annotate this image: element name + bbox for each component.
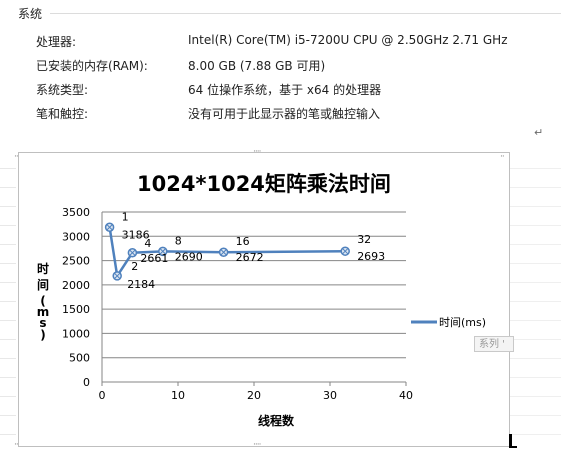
data-label-x: 4 — [144, 237, 151, 250]
ram-label: 已安装的内存(RAM): — [36, 59, 148, 73]
x-tick-label: 30 — [323, 389, 337, 402]
y-tick-label: 1000 — [62, 327, 90, 340]
data-label-x: 16 — [236, 235, 250, 248]
chart-title: 1024*1024矩阵乘法时间 — [137, 172, 391, 196]
spreadsheet-gridlines-right — [509, 150, 561, 450]
data-label-x: 1 — [122, 210, 129, 223]
series-tooltip: 系列 ' — [474, 336, 514, 352]
data-label-y: 2184 — [127, 278, 155, 291]
x-tick-label: 0 — [99, 389, 106, 402]
bottom-left-resize-handle-icon[interactable]: ·· — [14, 440, 19, 450]
y-tick-label: 3500 — [62, 206, 90, 219]
system-type-value: 64 位操作系统，基于 x64 的处理器 — [188, 83, 382, 97]
y-tick-label: 3000 — [62, 230, 90, 243]
pen-touch-label: 笔和触控: — [36, 107, 89, 121]
data-label-x: 8 — [175, 234, 182, 247]
bottom-resize-handle-icon[interactable]: ···· — [253, 440, 262, 450]
pen-touch-value: 没有可用于此显示器的笔或触控输入 — [188, 107, 381, 121]
data-label-y: 2690 — [175, 250, 203, 263]
processor-label: 处理器: — [36, 35, 77, 49]
y-tick-label: 1500 — [62, 303, 90, 316]
y-tick-label: 2500 — [62, 255, 90, 268]
x-axis-title: 线程数 — [258, 413, 295, 428]
data-label-x: 32 — [357, 233, 371, 246]
y-axis-title: 时间(ms) — [37, 261, 50, 342]
header-divider — [50, 13, 561, 14]
y-tick-label: 0 — [83, 376, 90, 389]
top-right-resize-handle-icon[interactable]: ·· — [500, 152, 505, 162]
data-label-y: 2661 — [140, 252, 168, 265]
spreadsheet-gridlines-left — [0, 150, 16, 450]
y-axis-title-char: ) — [40, 328, 45, 342]
processor-value: Intel(R) Core(TM) i5-7200U CPU @ 2.50GHz… — [188, 33, 508, 47]
legend-label: 时间(ms) — [439, 316, 486, 329]
x-tick-label: 10 — [171, 389, 185, 402]
data-label-y: 2693 — [357, 250, 385, 263]
y-tick-label: 500 — [69, 352, 90, 365]
data-label-x: 2 — [131, 260, 138, 273]
top-left-resize-handle-icon[interactable]: ·· — [14, 152, 19, 162]
system-header: 系统 — [18, 7, 43, 21]
return-mark-icon: ↵ — [534, 126, 544, 139]
y-axis-title-char: 时 — [37, 261, 49, 276]
system-info-section: 系统 处理器: Intel(R) Core(TM) i5-7200U CPU @… — [0, 0, 561, 130]
text-cursor-foot — [509, 446, 517, 448]
top-resize-handle-icon[interactable]: ···· — [253, 147, 262, 157]
ram-value: 8.00 GB (7.88 GB 可用) — [188, 59, 326, 73]
x-tick-label: 40 — [399, 389, 413, 402]
data-label-y: 2672 — [236, 251, 264, 264]
legend[interactable]: 时间(ms) — [411, 316, 486, 329]
chart-area[interactable]: 1024*1024矩阵乘法时间 0 500 1000 1500 2000 2500 3000… — [18, 152, 510, 447]
x-tick-label: 20 — [247, 389, 261, 402]
line-chart: 1024*1024矩阵乘法时间 0 500 1000 1500 2000 2500 3000… — [37, 172, 486, 428]
y-tick-label: 2000 — [62, 279, 90, 292]
y-axis-title-char: 间 — [37, 277, 49, 292]
system-type-label: 系统类型: — [36, 83, 89, 97]
